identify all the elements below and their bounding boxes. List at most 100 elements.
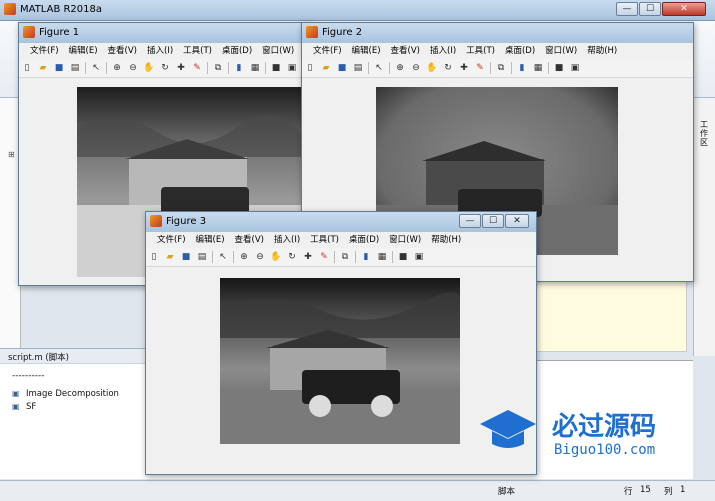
main-minimize-button[interactable]: —: [616, 2, 638, 16]
menu-desktop[interactable]: 桌面(D): [500, 43, 540, 59]
brush-icon[interactable]: ✎: [318, 251, 330, 263]
list-item-image-decomposition[interactable]: Image Decomposition: [26, 389, 119, 399]
figure-3-titlebar[interactable]: Figure 3 — ☐ ✕: [146, 212, 536, 233]
figure-2-menubar: 文件(F) 编辑(E) 查看(V) 插入(I) 工具(T) 桌面(D) 窗口(W) 帮助(H): [302, 43, 693, 59]
menu-insert[interactable]: 插入(I): [425, 43, 461, 59]
zoom-out-icon[interactable]: ⊖: [254, 251, 266, 263]
menu-window[interactable]: 窗口(W): [257, 43, 299, 59]
menu-tools[interactable]: 工具(T): [461, 43, 500, 59]
brush-icon[interactable]: ✎: [474, 62, 486, 74]
open-icon[interactable]: ▰: [164, 251, 176, 263]
menu-insert[interactable]: 插入(I): [269, 232, 305, 248]
figure-1-titlebar[interactable]: Figure 1: [19, 23, 311, 44]
watermark: 必过源码 Biguo100.com: [478, 404, 698, 468]
menu-view[interactable]: 查看(V): [230, 232, 269, 248]
new-icon[interactable]: ▯: [21, 62, 33, 74]
menu-desktop[interactable]: 桌面(D): [217, 43, 257, 59]
status-row-label: 行: [624, 487, 633, 497]
section-icon: ▣: [12, 389, 20, 398]
rotate-icon[interactable]: ↻: [159, 62, 171, 74]
insert-colorbar-icon[interactable]: ▮: [516, 62, 528, 74]
menu-file[interactable]: 文件(F): [152, 232, 191, 248]
hide-plot-tools-icon[interactable]: ■: [270, 62, 282, 74]
menu-desktop[interactable]: 桌面(D): [344, 232, 384, 248]
hide-plot-tools-icon[interactable]: ■: [397, 251, 409, 263]
link-icon[interactable]: ⧉: [339, 251, 351, 263]
main-maximize-button[interactable]: ☐: [639, 2, 661, 16]
menu-edit[interactable]: 编辑(E): [191, 232, 230, 248]
section-icon: ▣: [12, 402, 20, 411]
main-close-button[interactable]: ✕: [662, 2, 706, 16]
workspace-tab[interactable]: 工作区: [700, 120, 710, 147]
zoom-out-icon[interactable]: ⊖: [410, 62, 422, 74]
menu-edit[interactable]: 编辑(E): [347, 43, 386, 59]
print-icon[interactable]: ▤: [69, 62, 81, 74]
print-icon[interactable]: ▤: [196, 251, 208, 263]
open-icon[interactable]: ▰: [320, 62, 332, 74]
menu-edit[interactable]: 编辑(E): [64, 43, 103, 59]
data-cursor-icon[interactable]: ✚: [458, 62, 470, 74]
save-icon[interactable]: ■: [336, 62, 348, 74]
zoom-in-icon[interactable]: ⊕: [238, 251, 250, 263]
menu-file[interactable]: 文件(F): [308, 43, 347, 59]
save-icon[interactable]: ■: [53, 62, 65, 74]
zoom-in-icon[interactable]: ⊕: [394, 62, 406, 74]
menu-window[interactable]: 窗口(W): [384, 232, 426, 248]
menu-view[interactable]: 查看(V): [386, 43, 425, 59]
figure-3-maximize-button[interactable]: ☐: [482, 214, 504, 228]
menu-window[interactable]: 窗口(W): [540, 43, 582, 59]
pan-icon[interactable]: ✋: [143, 62, 155, 74]
menu-insert[interactable]: 插入(I): [142, 43, 178, 59]
new-icon[interactable]: ▯: [304, 62, 316, 74]
figure-2-title: Figure 2: [322, 27, 363, 38]
link-icon[interactable]: ⧉: [212, 62, 224, 74]
insert-colorbar-icon[interactable]: ▮: [360, 251, 372, 263]
figure-3-minimize-button[interactable]: —: [459, 214, 481, 228]
menu-view[interactable]: 查看(V): [103, 43, 142, 59]
show-plot-tools-icon[interactable]: ▣: [413, 251, 425, 263]
new-icon[interactable]: ▯: [148, 251, 160, 263]
main-window-title: MATLAB R2018a: [20, 4, 103, 15]
figure-2-titlebar[interactable]: Figure 2: [302, 23, 693, 44]
status-mode: 脚本: [498, 487, 516, 497]
link-icon[interactable]: ⧉: [495, 62, 507, 74]
menu-file[interactable]: 文件(F): [25, 43, 64, 59]
save-icon[interactable]: ■: [180, 251, 192, 263]
show-plot-tools-icon[interactable]: ▣: [286, 62, 298, 74]
zoom-out-icon[interactable]: ⊖: [127, 62, 139, 74]
pan-icon[interactable]: ✋: [270, 251, 282, 263]
insert-legend-icon[interactable]: ▦: [376, 251, 388, 263]
insert-colorbar-icon[interactable]: ▮: [233, 62, 245, 74]
pointer-icon[interactable]: ↖: [373, 62, 385, 74]
pan-icon[interactable]: ✋: [426, 62, 438, 74]
figure-3-close-button[interactable]: ✕: [505, 214, 529, 228]
rotate-icon[interactable]: ↻: [286, 251, 298, 263]
matlab-logo-icon: [4, 3, 16, 15]
brush-icon[interactable]: ✎: [191, 62, 203, 74]
figure-1-title: Figure 1: [39, 27, 80, 38]
insert-legend-icon[interactable]: ▦: [532, 62, 544, 74]
show-plot-tools-icon[interactable]: ▣: [569, 62, 581, 74]
figure-3-image[interactable]: [220, 278, 460, 444]
list-item-sf[interactable]: SF: [26, 402, 36, 412]
data-cursor-icon[interactable]: ✚: [302, 251, 314, 263]
print-icon[interactable]: ▤: [352, 62, 364, 74]
insert-legend-icon[interactable]: ▦: [249, 62, 261, 74]
menu-tools[interactable]: 工具(T): [305, 232, 344, 248]
pointer-icon[interactable]: ↖: [90, 62, 102, 74]
matlab-logo-icon: [23, 26, 35, 38]
menu-help[interactable]: 帮助(H): [426, 232, 466, 248]
data-cursor-icon[interactable]: ✚: [175, 62, 187, 74]
pointer-icon[interactable]: ↖: [217, 251, 229, 263]
hide-plot-tools-icon[interactable]: ■: [553, 62, 565, 74]
status-bar: 脚本 行 15 列 1: [0, 480, 715, 501]
zoom-in-icon[interactable]: ⊕: [111, 62, 123, 74]
rotate-icon[interactable]: ↻: [442, 62, 454, 74]
menu-help[interactable]: 帮助(H): [582, 43, 622, 59]
status-row: 15: [640, 485, 651, 495]
dashes-text: ----------: [12, 371, 45, 381]
menu-tools[interactable]: 工具(T): [178, 43, 217, 59]
main-titlebar: MATLAB R2018a — ☐ ✕: [0, 0, 715, 21]
expand-icon[interactable]: ⊞: [8, 150, 15, 159]
open-icon[interactable]: ▰: [37, 62, 49, 74]
